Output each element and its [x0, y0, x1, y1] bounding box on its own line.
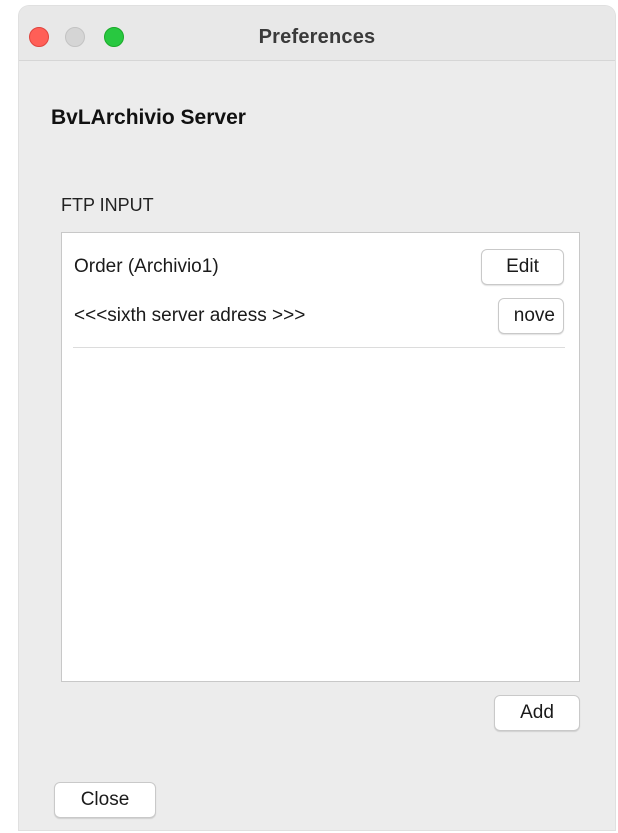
edit-button[interactable]: Edit: [481, 249, 564, 285]
close-button[interactable]: Close: [54, 782, 156, 818]
preferences-window: Preferences BvLArchivio Server FTP INPUT…: [19, 6, 615, 830]
list-item-order[interactable]: Order (Archivio1): [74, 256, 219, 278]
ftp-input-label: FTP INPUT: [61, 195, 154, 215]
ftp-input-list: Order (Archivio1) Edit <<<sixth server a…: [61, 232, 580, 682]
section-title: BvLArchivio Server: [51, 106, 246, 129]
list-item-server-address[interactable]: <<<sixth server adress >>>: [74, 305, 305, 327]
remove-button[interactable]: nove: [498, 298, 564, 334]
title-bar: Preferences: [19, 6, 615, 61]
add-button[interactable]: Add: [494, 695, 580, 731]
row-divider: [73, 347, 565, 348]
window-title: Preferences: [258, 26, 376, 48]
